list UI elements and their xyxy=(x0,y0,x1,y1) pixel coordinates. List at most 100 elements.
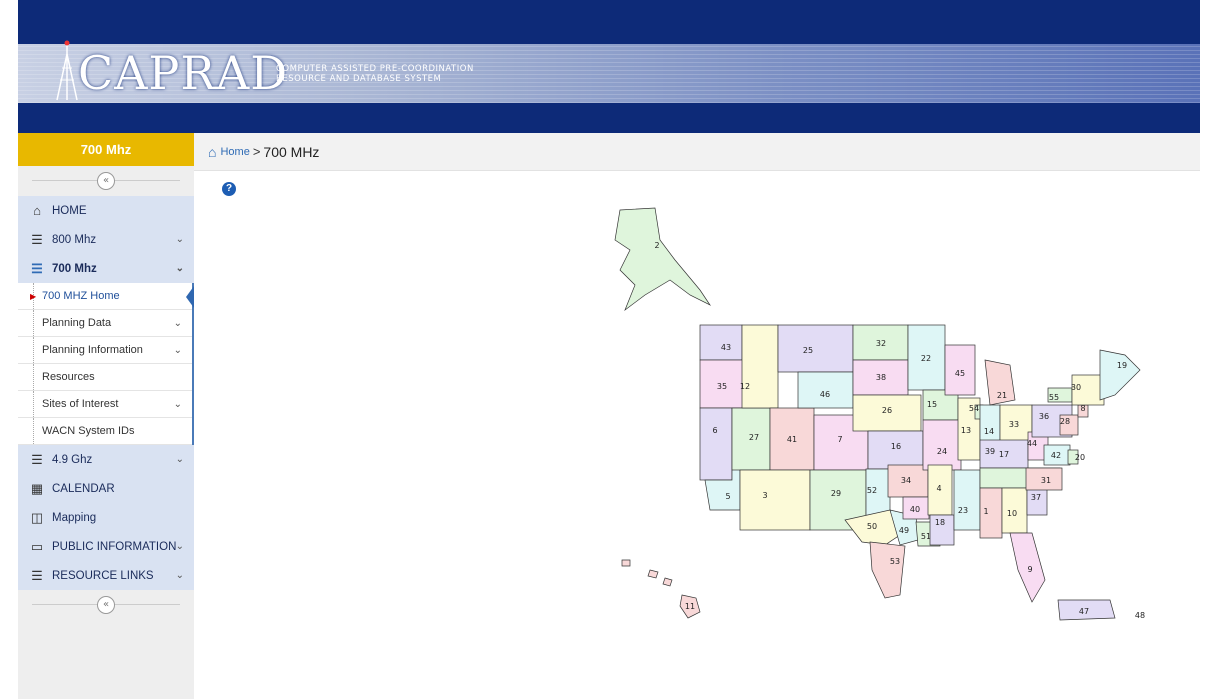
region-19[interactable] xyxy=(1099,349,1141,401)
region-24[interactable] xyxy=(922,419,962,471)
sidebar: 700 Mhz « ⌂ HOME ☰ 800 Mhz ⌄ ☰ 700 Mhz ⌄… xyxy=(18,133,194,699)
collapse-sidebar-button[interactable]: « xyxy=(97,172,115,190)
subitem-label: WACN System IDs xyxy=(42,425,135,437)
subitem-label: Resources xyxy=(42,371,95,383)
logo-tagline: COMPUTER ASSISTED PRE-COORDINATION RESOU… xyxy=(276,64,474,84)
sidebar-menu: ⌂ HOME ☰ 800 Mhz ⌄ ☰ 700 Mhz ⌄ ▶ 700 MHZ… xyxy=(18,196,194,590)
sidebar-item-800mhz[interactable]: ☰ 800 Mhz ⌄ xyxy=(18,225,194,254)
region-label: 7 xyxy=(837,435,842,444)
sidebar-item-public-information[interactable]: ▭ PUBLIC INFORMATION ⌄ xyxy=(18,532,194,561)
region-label: 17 xyxy=(999,450,1009,459)
subitem-sites-of-interest[interactable]: Sites of Interest ⌄ xyxy=(18,391,192,418)
breadcrumb-separator: > xyxy=(252,144,261,159)
region-label: 50 xyxy=(867,522,877,531)
region-label: 15 xyxy=(927,400,937,409)
hawaii-island xyxy=(647,569,659,579)
region-label: 52 xyxy=(867,486,877,495)
region-label: 16 xyxy=(891,442,901,451)
region-label: 11 xyxy=(685,602,695,611)
region-label: 8 xyxy=(1080,404,1085,413)
chevron-down-icon: ⌄ xyxy=(175,263,184,274)
subitem-label: Planning Data xyxy=(42,317,112,329)
region-label: 49 xyxy=(899,526,909,535)
subitem-planning-information[interactable]: Planning Information ⌄ xyxy=(18,337,192,364)
sidebar-item-mapping[interactable]: ◫ Mapping xyxy=(18,503,194,532)
region-label: 28 xyxy=(1060,417,1070,426)
submenu-700mhz: ▶ 700 MHZ Home Planning Data ⌄ Planning … xyxy=(18,283,194,445)
region-label: 38 xyxy=(876,373,886,382)
chevron-down-icon: ⌄ xyxy=(173,317,182,329)
region-6[interactable] xyxy=(699,407,733,481)
sidebar-item-label: Mapping xyxy=(52,511,97,524)
region-label: 10 xyxy=(1007,509,1017,518)
region-25[interactable] xyxy=(777,324,854,373)
region-label: 46 xyxy=(820,390,830,399)
home-icon: ⌂ xyxy=(33,203,41,218)
subitem-wacn-system-ids[interactable]: WACN System IDs xyxy=(18,418,192,445)
region-label: 35 xyxy=(717,382,727,391)
header-banner: CAPRAD COMPUTER ASSISTED PRE-COORDINATIO… xyxy=(18,0,1200,133)
region-label: 32 xyxy=(876,339,886,348)
chevron-down-icon: ⌄ xyxy=(175,541,184,552)
active-tab-marker xyxy=(186,286,194,308)
sidebar-item-label: PUBLIC INFORMATION xyxy=(52,540,177,553)
region-3[interactable] xyxy=(739,469,811,531)
map-icon: ◫ xyxy=(30,509,44,525)
breadcrumb-current: 700 MHz xyxy=(263,143,320,160)
monitor-icon: ▭ xyxy=(30,538,44,554)
region-label: 45 xyxy=(955,369,965,378)
region-label: 34 xyxy=(901,476,911,485)
sidebar-item-home[interactable]: ⌂ HOME xyxy=(18,196,194,225)
region-label: 12 xyxy=(740,382,750,391)
region-label: 26 xyxy=(882,406,892,415)
list-icon: ☰ xyxy=(31,567,43,583)
sidebar-item-label: CALENDAR xyxy=(52,482,115,495)
help-icon[interactable]: ? xyxy=(222,182,236,196)
chevron-down-icon: ⌄ xyxy=(175,570,184,581)
region-label: 44 xyxy=(1027,439,1037,448)
chevron-down-icon: ⌄ xyxy=(175,454,184,465)
region-label: 29 xyxy=(831,489,841,498)
region-label: 47 xyxy=(1079,607,1089,616)
region-label: 30 xyxy=(1071,383,1081,392)
region-label: 22 xyxy=(921,354,931,363)
home-icon: ⌂ xyxy=(208,143,217,160)
region-23[interactable] xyxy=(953,469,981,531)
region-label: 9 xyxy=(1027,565,1032,574)
breadcrumb: ⌂ Home > 700 MHz xyxy=(194,133,1200,171)
sidebar-item-4-9ghz[interactable]: ☰ 4.9 Ghz ⌄ xyxy=(18,445,194,474)
sidebar-item-700mhz[interactable]: ☰ 700 Mhz ⌄ xyxy=(18,254,194,283)
hawaii-island xyxy=(621,559,631,567)
region-label: 4 xyxy=(936,484,941,493)
sidebar-item-resource-links[interactable]: ☰ RESOURCE LINKS ⌄ xyxy=(18,561,194,590)
chevron-down-icon: ⌄ xyxy=(175,234,184,245)
sidebar-title: 700 Mhz xyxy=(18,133,194,166)
breadcrumb-home-link[interactable]: Home xyxy=(220,146,249,158)
region-53[interactable] xyxy=(869,541,906,599)
region-label: 23 xyxy=(958,506,968,515)
sidebar-item-calendar[interactable]: ▦ CALENDAR xyxy=(18,474,194,503)
region-label: 51 xyxy=(921,532,931,541)
region-map[interactable]: 2 11 47 48 43 35 6 5 27 12 41 3 25 46 7 … xyxy=(600,200,1160,640)
subitem-700mhz-home[interactable]: ▶ 700 MHZ Home xyxy=(18,283,194,310)
region-label: 19 xyxy=(1117,361,1127,370)
region-label: 18 xyxy=(935,518,945,527)
subitem-resources[interactable]: Resources xyxy=(18,364,192,391)
region-label: 54 xyxy=(969,404,979,413)
collapse-sidebar-button[interactable]: « xyxy=(97,596,115,614)
region-label: 37 xyxy=(1031,493,1041,502)
list-icon: ☰ xyxy=(31,231,43,247)
region-label: 20 xyxy=(1075,453,1085,462)
sidebar-collapse-top: « xyxy=(18,166,194,196)
region-label: 1 xyxy=(983,507,988,516)
subitem-label: 700 MHZ Home xyxy=(42,290,120,302)
region-label: 42 xyxy=(1051,451,1061,460)
region-2[interactable] xyxy=(614,207,712,312)
region-label: 27 xyxy=(749,433,759,442)
region-label: 43 xyxy=(721,343,731,352)
region-label: 41 xyxy=(787,435,797,444)
list-icon: ☰ xyxy=(31,260,43,276)
subitem-planning-data[interactable]: Planning Data ⌄ xyxy=(18,310,192,337)
region-12[interactable] xyxy=(741,324,779,409)
sidebar-collapse-bottom: « xyxy=(18,590,194,620)
